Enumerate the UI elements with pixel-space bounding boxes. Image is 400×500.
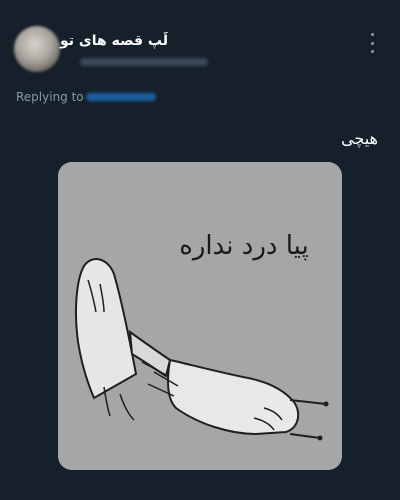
replying-to-label: Replying to (16, 90, 84, 104)
tweet-text: هیچی (341, 129, 378, 148)
username-redacted (80, 58, 208, 66)
replying-to-handle-redacted[interactable] (86, 93, 156, 101)
more-dot-icon (370, 41, 374, 45)
tweet-card: لَپ قصه های تو Replying to هیچی پیا درد … (0, 0, 400, 500)
motion-dot (323, 401, 329, 407)
display-name[interactable]: لَپ قصه های تو (60, 32, 168, 50)
avatar[interactable] (14, 26, 60, 72)
more-dot-icon (370, 33, 374, 36)
meme-drawing: پیا درد نداره (58, 162, 342, 470)
more-dot-icon (370, 50, 374, 53)
tweet-media-image[interactable]: پیا درد نداره (58, 162, 342, 470)
meme-caption: پیا درد نداره (179, 231, 309, 261)
motion-dot (317, 435, 323, 441)
more-options-icon[interactable] (364, 33, 380, 53)
